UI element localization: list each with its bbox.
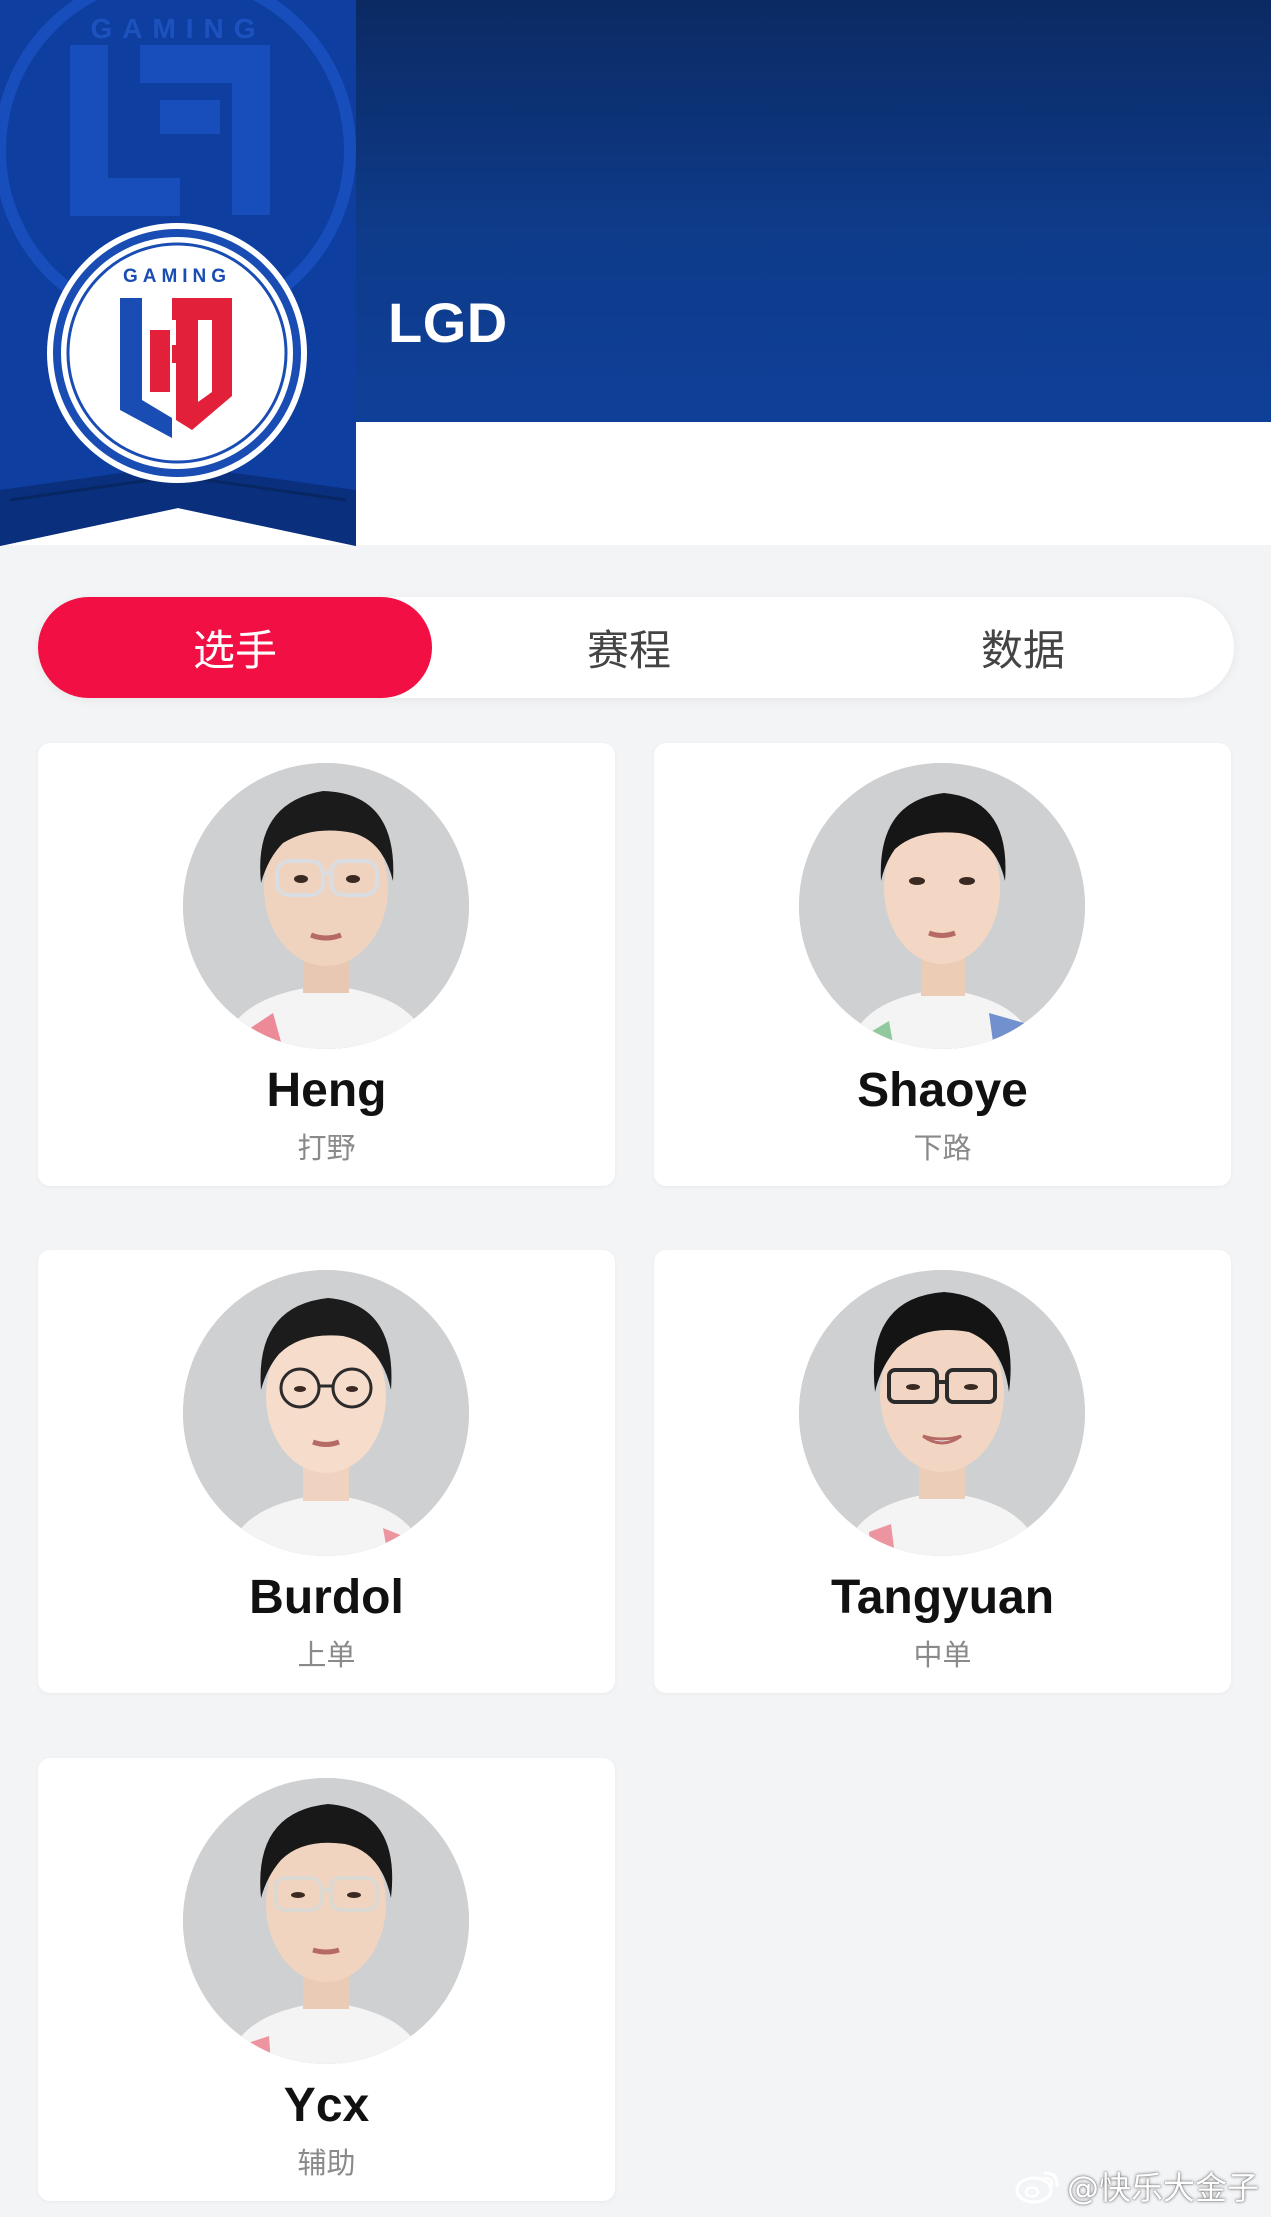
player-avatar bbox=[183, 1270, 469, 1556]
player-card-heng[interactable]: Heng 打野 bbox=[38, 743, 615, 1186]
tab-bar: 选手 赛程 数据 bbox=[38, 597, 1234, 698]
player-role: 中单 bbox=[913, 1638, 972, 1672]
player-role: 打野 bbox=[297, 1131, 356, 1165]
player-card-tangyuan[interactable]: Tangyuan 中单 bbox=[654, 1250, 1231, 1693]
team-banner: GAMING GAMING bbox=[0, 0, 356, 546]
player-role: 上单 bbox=[297, 1638, 356, 1672]
player-avatar bbox=[183, 763, 469, 1049]
svg-text:GAMING: GAMING bbox=[123, 266, 231, 287]
player-card-ycx[interactable]: Ycx 辅助 bbox=[38, 1758, 615, 2201]
watermark-text: @快乐大金子 bbox=[1066, 2169, 1259, 2207]
player-avatar bbox=[799, 1270, 1085, 1556]
player-name: Heng bbox=[266, 1064, 387, 1117]
player-avatar bbox=[799, 763, 1085, 1049]
player-name: Burdol bbox=[249, 1571, 404, 1624]
player-card-shaoye[interactable]: Shaoye 下路 bbox=[654, 743, 1231, 1186]
team-name: LGD bbox=[388, 291, 508, 354]
player-role: 下路 bbox=[913, 1131, 972, 1165]
tab-stats[interactable]: 数据 bbox=[826, 597, 1220, 698]
player-card-burdol[interactable]: Burdol 上单 bbox=[38, 1250, 615, 1693]
tab-schedule[interactable]: 赛程 bbox=[432, 597, 826, 698]
player-role: 辅助 bbox=[297, 2146, 356, 2180]
weibo-watermark: @快乐大金子 bbox=[1015, 2163, 1259, 2209]
player-name: Shaoye bbox=[857, 1064, 1028, 1117]
tab-players[interactable]: 选手 bbox=[38, 597, 432, 698]
player-name: Ycx bbox=[283, 2079, 370, 2132]
svg-text:GAMING: GAMING bbox=[90, 13, 265, 44]
player-name: Tangyuan bbox=[830, 1571, 1055, 1624]
weibo-icon bbox=[1015, 2171, 1059, 2204]
player-avatar bbox=[183, 1778, 469, 2064]
